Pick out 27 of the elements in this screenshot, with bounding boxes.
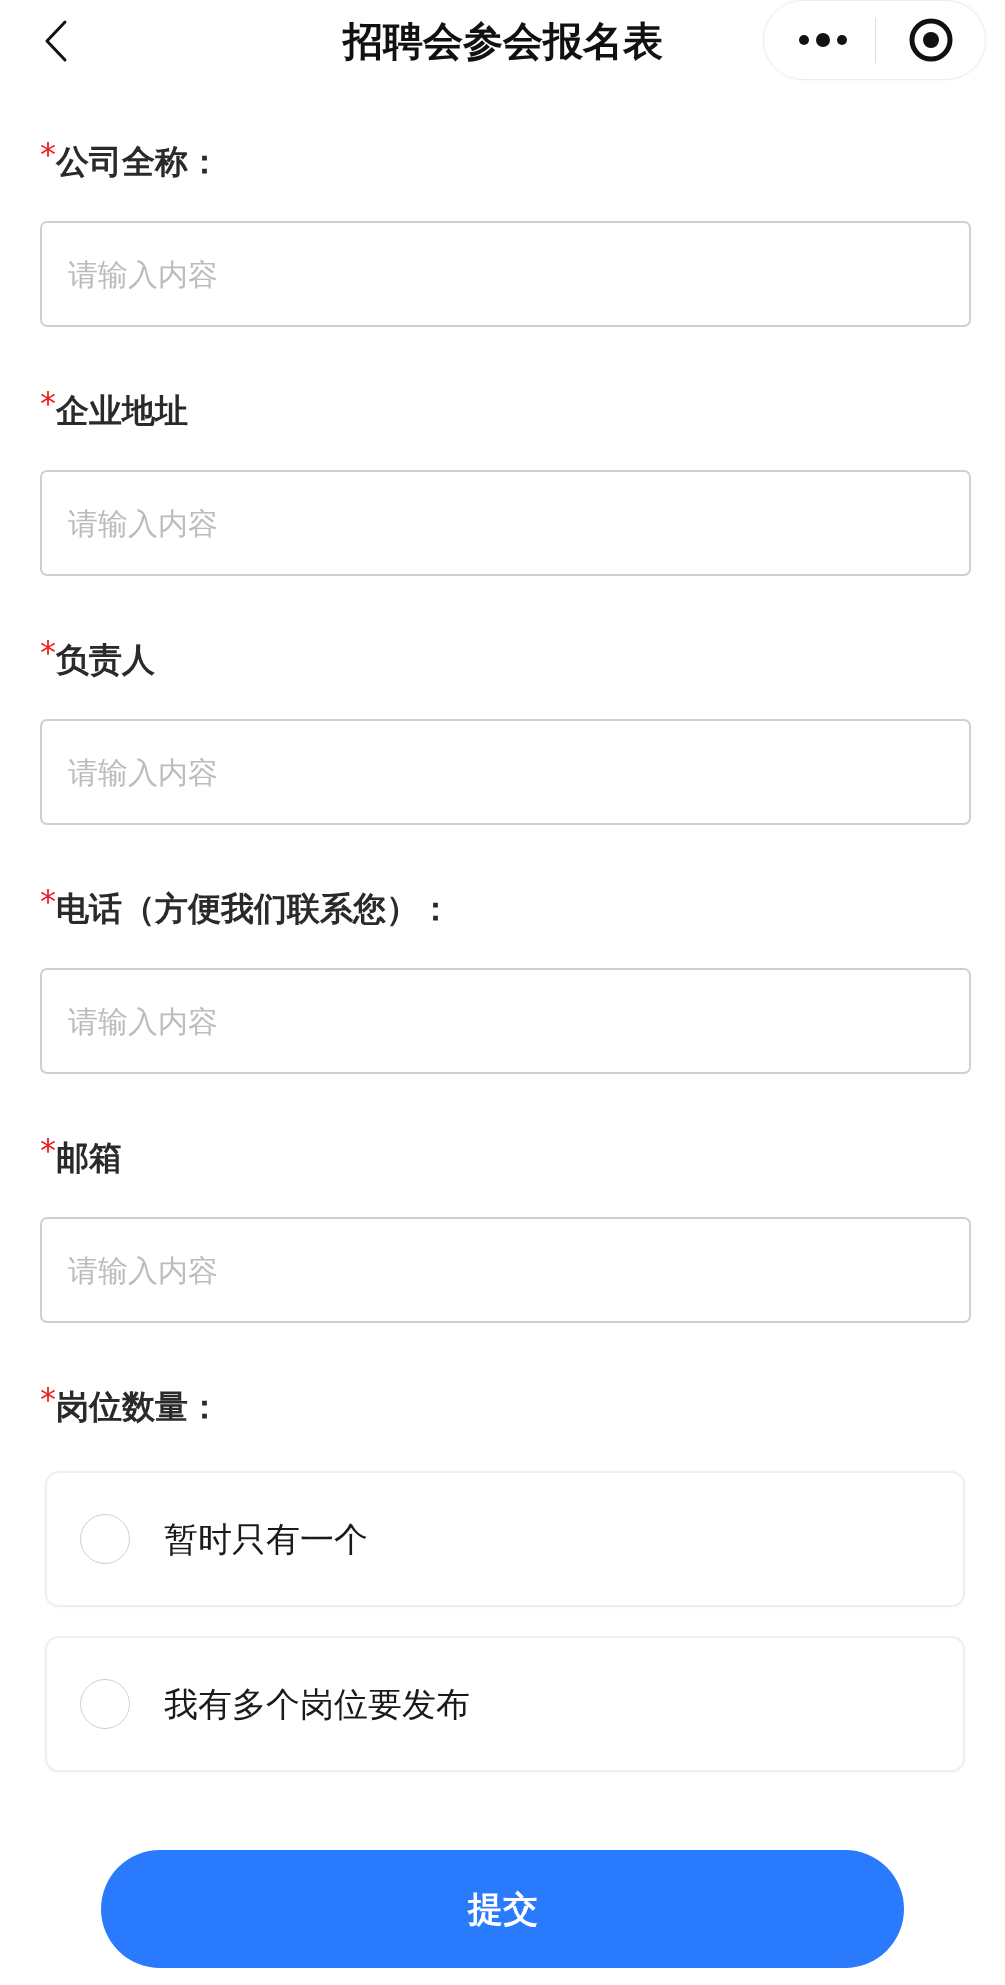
required-mark: *: [40, 1385, 56, 1413]
text-input[interactable]: 请输入内容: [40, 719, 971, 825]
field-label: 企业地址: [56, 391, 188, 431]
radio-option[interactable]: 暂时只有一个: [45, 1471, 965, 1607]
required-mark: *: [40, 1136, 56, 1164]
text-input[interactable]: 请输入内容: [40, 470, 971, 576]
more-icon: [799, 32, 847, 48]
text-input[interactable]: 请输入内容: [40, 1217, 971, 1323]
field-label: 公司全称：: [56, 142, 221, 182]
chevron-left-icon: [44, 19, 68, 63]
field-label: 电话（方便我们联系您）：: [56, 889, 452, 929]
text-input[interactable]: 请输入内容: [40, 968, 971, 1074]
required-mark: *: [40, 140, 56, 168]
back-button[interactable]: [44, 19, 68, 63]
page-title: 招聘会参会报名表: [341, 17, 664, 65]
target-icon: [909, 18, 953, 62]
text-input[interactable]: 请输入内容: [40, 221, 971, 327]
radio-option[interactable]: 我有多个岗位要发布: [45, 1636, 965, 1772]
more-button[interactable]: [799, 32, 847, 48]
field-label: 邮箱: [56, 1138, 122, 1178]
field-label: 负责人: [56, 640, 155, 680]
close-button[interactable]: [909, 18, 953, 62]
submit-button[interactable]: 提交: [101, 1850, 904, 1968]
required-mark: *: [40, 887, 56, 915]
required-mark: *: [40, 638, 56, 666]
required-mark: *: [40, 389, 56, 417]
field-label: 岗位数量：: [56, 1387, 221, 1427]
